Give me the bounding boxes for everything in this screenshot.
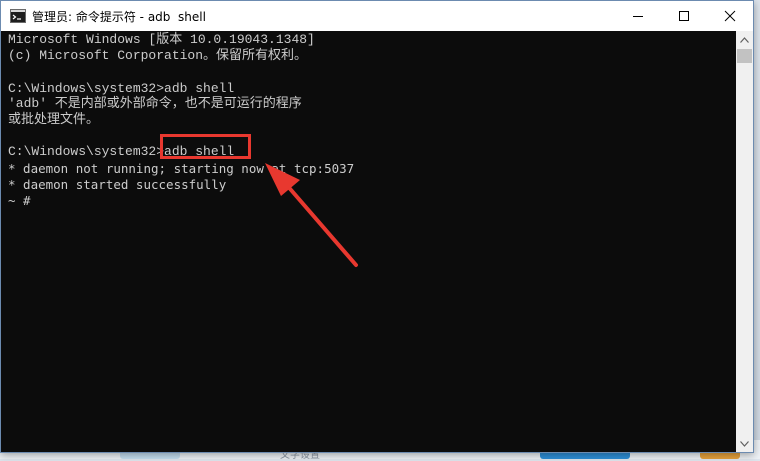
annotation-arrow [265, 163, 358, 267]
arrow-head [265, 163, 300, 196]
arrow-shaft [283, 181, 358, 267]
